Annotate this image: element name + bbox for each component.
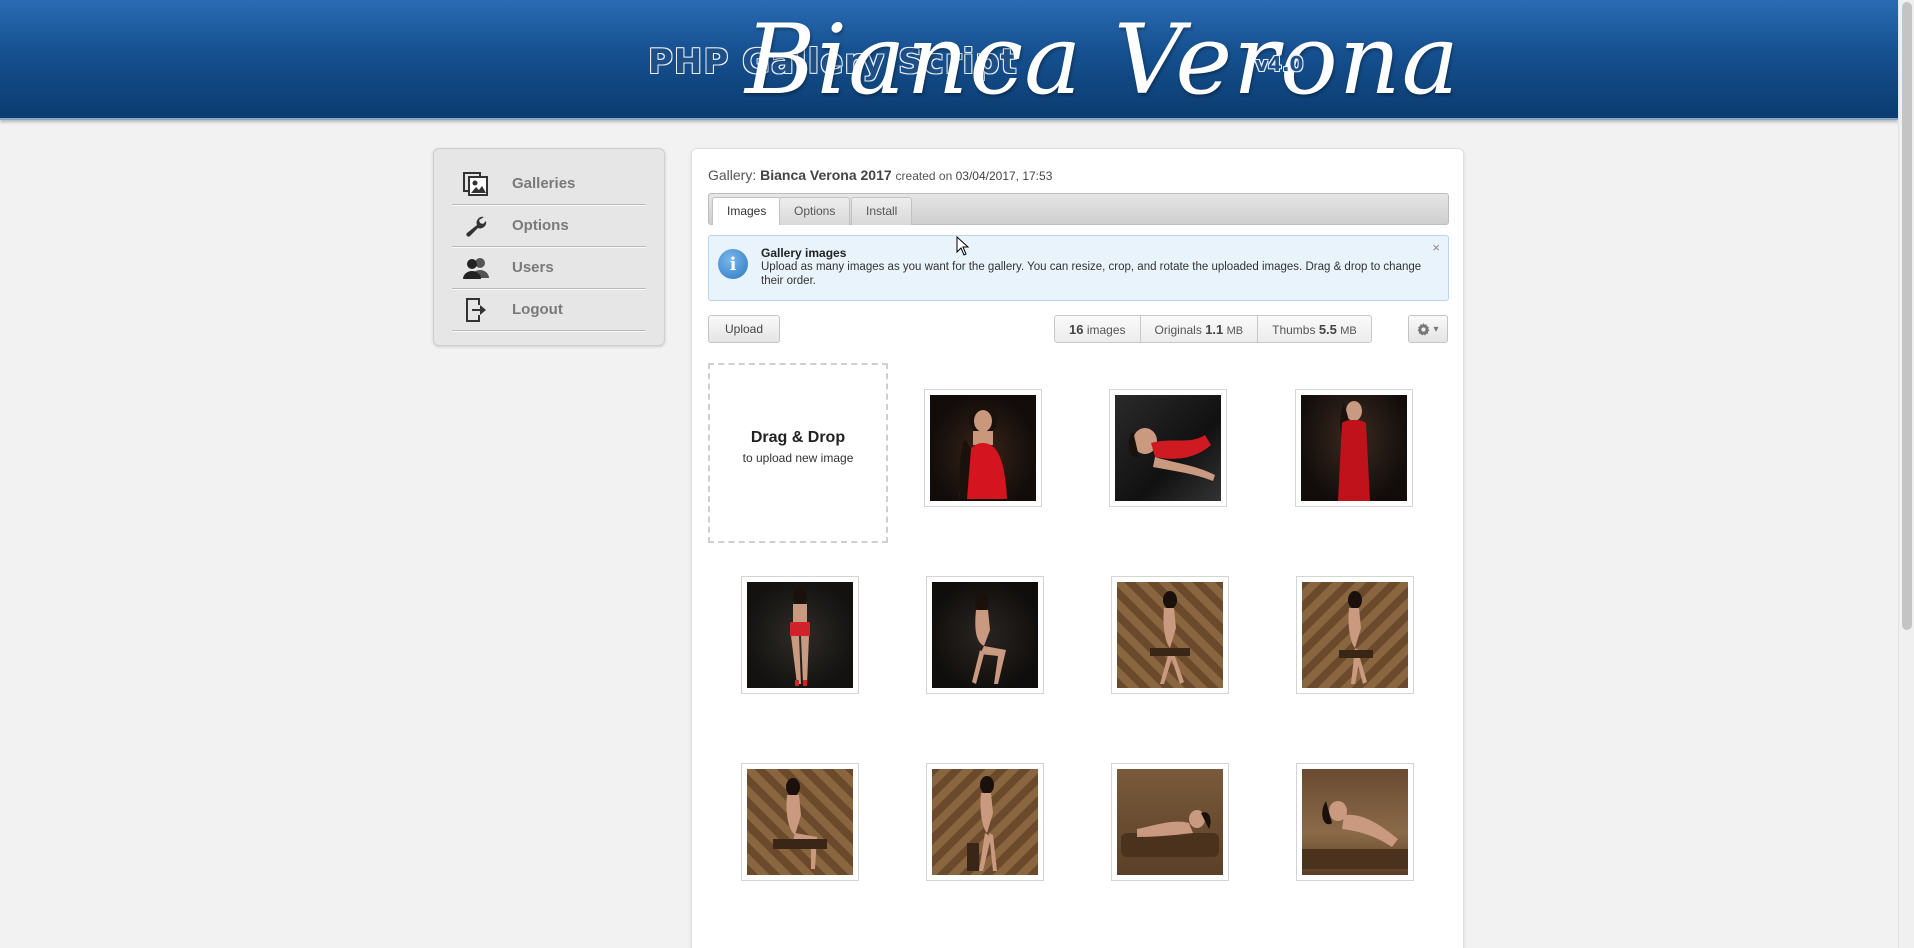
gallery-thumbnail[interactable] [1296,763,1414,881]
galleries-icon [462,170,490,198]
app-header: PHP Gallery Script Bianca Verona v4.0 [0,0,1898,120]
images-count-label: images [1086,323,1126,337]
thumbnail-image [1117,582,1223,688]
thumbs-value: 5.5 [1318,322,1337,337]
scrollbar-thumb[interactable] [1902,2,1912,630]
images-count: 16 images [1055,316,1141,342]
tab-images[interactable]: Images [712,197,782,225]
thumbnail-image [932,582,1038,688]
gallery-thumbnail[interactable] [1295,389,1413,507]
gear-icon [1417,322,1431,336]
chevron-down-icon: ▾ [1433,323,1439,335]
thumbnail-image [930,395,1036,501]
gallery-thumbnail[interactable] [1111,576,1229,694]
logout-icon [462,296,490,324]
thumbnail-image [1301,395,1407,501]
gallery-thumbnail[interactable] [1109,389,1227,507]
sidebar-item-label: Galleries [512,175,576,192]
sidebar-item-users[interactable]: Users [452,247,646,289]
gallery-thumbnail[interactable] [1296,576,1414,694]
thumbnail-image [747,582,853,688]
version-label: v4.0 [1255,52,1304,76]
tab-options[interactable]: Options [779,197,851,225]
originals-value: 1.1 [1205,322,1224,337]
originals-unit: MB [1226,325,1244,337]
created-label: created on [895,169,953,183]
sidebar-item-options[interactable]: Options [452,205,646,247]
thumbs-label: Thumbs [1272,323,1316,337]
users-icon [462,254,490,282]
sidebar-item-label: Options [512,217,569,234]
page-scrollbar[interactable] [1898,0,1914,948]
gallery-panel: Gallery: Bianca Verona 2017 created on 0… [691,148,1464,948]
drag-drop-zone[interactable]: Drag & Drop to upload new image [708,363,888,543]
originals-label: Originals [1154,323,1202,337]
sidebar: Galleries Options Users Logout [433,148,665,346]
sidebar-item-label: Users [512,259,554,276]
thumbs-unit: MB [1340,325,1357,337]
info-text: Upload as many images as you want for th… [761,261,1422,287]
info-icon: i [718,249,748,279]
gallery-stats: 16 images Originals 1.1 MB Thumbs 5.5 MB [1054,315,1372,343]
gallery-thumbnail[interactable] [741,576,859,694]
tab-install[interactable]: Install [851,197,913,225]
settings-dropdown-button[interactable]: ▾ [1408,315,1448,343]
gallery-created: created on 03/04/2017, 17:53 [896,169,1053,183]
gallery-thumbnail[interactable] [924,389,1042,507]
thumbs-size: Thumbs 5.5 MB [1258,316,1371,342]
sidebar-item-galleries[interactable]: Galleries [452,163,646,205]
created-date: 03/04/2017, 17:53 [955,169,1053,183]
upload-button[interactable]: Upload [708,315,780,343]
images-count-value: 16 [1069,322,1084,337]
gallery-prefix: Gallery: [708,167,757,183]
dropzone-subtitle: to upload new image [742,451,854,465]
gallery-heading: Gallery: Bianca Verona 2017 created on 0… [708,167,1052,183]
dropzone-title: Drag & Drop [750,429,846,446]
sidebar-item-label: Logout [512,301,563,318]
thumbnail-image [1302,582,1408,688]
thumbnail-image [1115,395,1221,501]
sidebar-item-logout[interactable]: Logout [452,289,646,331]
gallery-thumbnail[interactable] [1111,763,1229,881]
thumbnail-image [1302,769,1408,875]
info-alert: i Gallery images Upload as many images a… [708,235,1449,301]
tab-bar: Images Options Install [708,193,1449,225]
wrench-icon [462,212,490,240]
brand-title: Bianca Verona [745,4,1460,116]
gallery-thumbnail[interactable] [741,763,859,881]
gallery-thumbnail[interactable] [926,576,1044,694]
info-title: Gallery images [761,246,847,260]
thumbnail-image [747,769,853,875]
gallery-name: Bianca Verona 2017 [760,167,892,183]
gallery-thumbnail[interactable] [926,763,1044,881]
thumbnail-image [932,769,1038,875]
thumbnail-image [1117,769,1223,875]
close-icon[interactable]: × [1432,240,1440,255]
originals-size: Originals 1.1 MB [1141,316,1259,342]
